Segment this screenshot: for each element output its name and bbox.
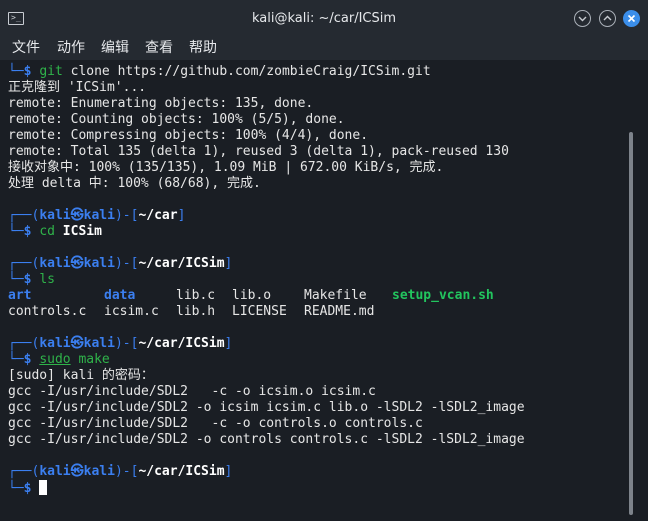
prompt-line: ┌──(kali㉿kali)-[~/car/ICSim]	[8, 256, 233, 271]
output-line: gcc -I/usr/include/SDL2 -c -o icsim.o ic…	[8, 384, 376, 399]
window-title: kali@kali: ~/car/ICSim	[251, 11, 397, 26]
menu-edit[interactable]: 编辑	[101, 38, 129, 58]
terminal-output[interactable]: └─$ git clone https://github.com/zombieC…	[0, 60, 632, 521]
prompt-line: ┌──(kali㉿kali)-[~/car]	[8, 208, 186, 223]
output-line: 正克隆到 'ICSim'...	[8, 80, 147, 95]
close-icon	[627, 14, 636, 23]
terminal-window: >_ kali@kali: ~/car/ICSim 文件 动作 编辑 查看 帮助…	[0, 0, 648, 521]
output-line: remote: Counting objects: 100% (5/5), do…	[8, 112, 345, 127]
title-bar[interactable]: >_ kali@kali: ~/car/ICSim	[0, 0, 648, 36]
menu-action[interactable]: 动作	[57, 38, 85, 58]
output-line: remote: Enumerating objects: 135, done.	[8, 96, 314, 111]
prompt-line: ┌──(kali㉿kali)-[~/car/ICSim]	[8, 464, 233, 479]
command-line: └─$ ls	[8, 272, 55, 287]
output-line: gcc -I/usr/include/SDL2 -c -o controls.o…	[8, 416, 423, 431]
command-line: └─$ sudo make	[8, 352, 110, 367]
menu-view[interactable]: 查看	[145, 38, 173, 58]
menu-file[interactable]: 文件	[12, 38, 40, 58]
output-line: gcc -I/usr/include/SDL2 -o controls cont…	[8, 432, 525, 447]
output-line: gcc -I/usr/include/SDL2 -o icsim icsim.c…	[8, 400, 525, 415]
output-line: 接收对象中: 100% (135/135), 1.09 MiB | 672.00…	[8, 160, 444, 175]
menu-bar: 文件 动作 编辑 查看 帮助	[0, 36, 648, 60]
text-cursor	[39, 480, 48, 495]
output-line: [sudo] kali 的密码：	[8, 368, 154, 383]
output-line: remote: Compressing objects: 100% (4/4),…	[8, 128, 369, 143]
chevron-up-icon	[603, 15, 612, 21]
maximize-button[interactable]	[599, 10, 616, 27]
command-line: └─$ git clone https://github.com/zombieC…	[8, 64, 431, 79]
scrollbar-track[interactable]	[632, 60, 648, 521]
output-line: remote: Total 135 (delta 1), reused 3 (d…	[8, 144, 509, 159]
command-line: └─$ cd ICSim	[8, 224, 102, 239]
chevron-down-icon	[578, 16, 587, 22]
prompt-line: ┌──(kali㉿kali)-[~/car/ICSim]	[8, 336, 233, 351]
command-line[interactable]: └─$	[8, 480, 48, 496]
close-button[interactable]	[623, 10, 640, 27]
minimize-button[interactable]	[574, 10, 591, 27]
menu-help[interactable]: 帮助	[189, 38, 217, 58]
output-line: 处理 delta 中: 100% (68/68), 完成.	[8, 176, 261, 191]
scrollbar-thumb[interactable]	[629, 132, 633, 515]
